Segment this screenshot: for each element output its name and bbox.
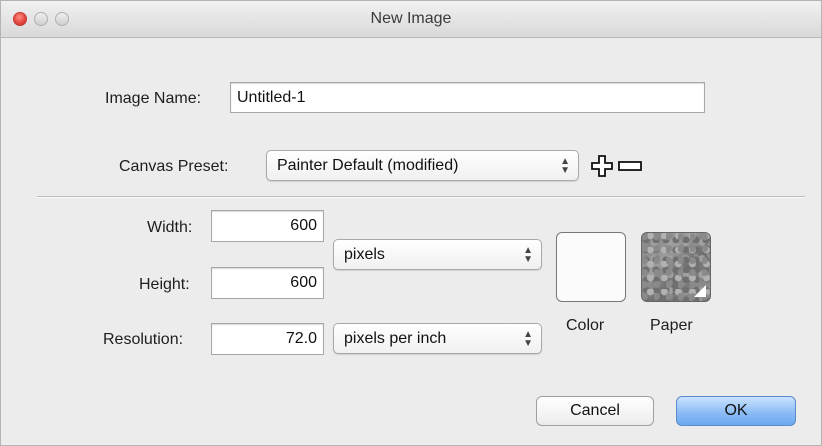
- corner-triangle-icon: [694, 285, 706, 297]
- image-name-field[interactable]: Untitled-1: [230, 82, 705, 113]
- updown-arrows-icon: ▲ ▼: [523, 245, 533, 265]
- paper-label: Paper: [650, 317, 693, 334]
- canvas-preset-value: Painter Default (modified): [277, 157, 459, 174]
- canvas-preset-label: Canvas Preset:: [119, 158, 229, 175]
- resolution-units-select[interactable]: pixels per inch ▲ ▼: [333, 323, 542, 354]
- title-bar: New Image: [1, 1, 821, 38]
- plus-icon[interactable]: [591, 155, 613, 177]
- canvas-preset-select[interactable]: Painter Default (modified) ▲ ▼: [266, 150, 579, 181]
- color-label: Color: [566, 317, 605, 334]
- resolution-field[interactable]: 72.0: [211, 323, 324, 355]
- updown-arrows-icon: ▲ ▼: [560, 156, 570, 176]
- height-label: Height:: [139, 276, 190, 293]
- resolution-label: Resolution:: [103, 331, 184, 348]
- height-field[interactable]: 600: [211, 267, 324, 299]
- color-swatch[interactable]: [556, 232, 626, 302]
- resolution-units-value: pixels per inch: [344, 330, 447, 347]
- ok-button[interactable]: OK: [676, 396, 796, 426]
- width-field[interactable]: 600: [211, 210, 324, 242]
- cancel-button[interactable]: Cancel: [536, 396, 654, 426]
- paper-swatch[interactable]: [641, 232, 711, 302]
- image-name-label: Image Name:: [105, 90, 202, 107]
- size-units-value: pixels: [344, 246, 385, 263]
- window-title: New Image: [370, 10, 452, 27]
- width-label: Width:: [147, 219, 193, 236]
- new-image-dialog: New Image Image Name: Untitled-1 Canvas …: [0, 0, 822, 446]
- size-units-select[interactable]: pixels ▲ ▼: [333, 239, 542, 270]
- section-divider: [37, 196, 805, 198]
- updown-arrows-icon: ▲ ▼: [523, 329, 533, 349]
- minus-icon[interactable]: [618, 160, 642, 172]
